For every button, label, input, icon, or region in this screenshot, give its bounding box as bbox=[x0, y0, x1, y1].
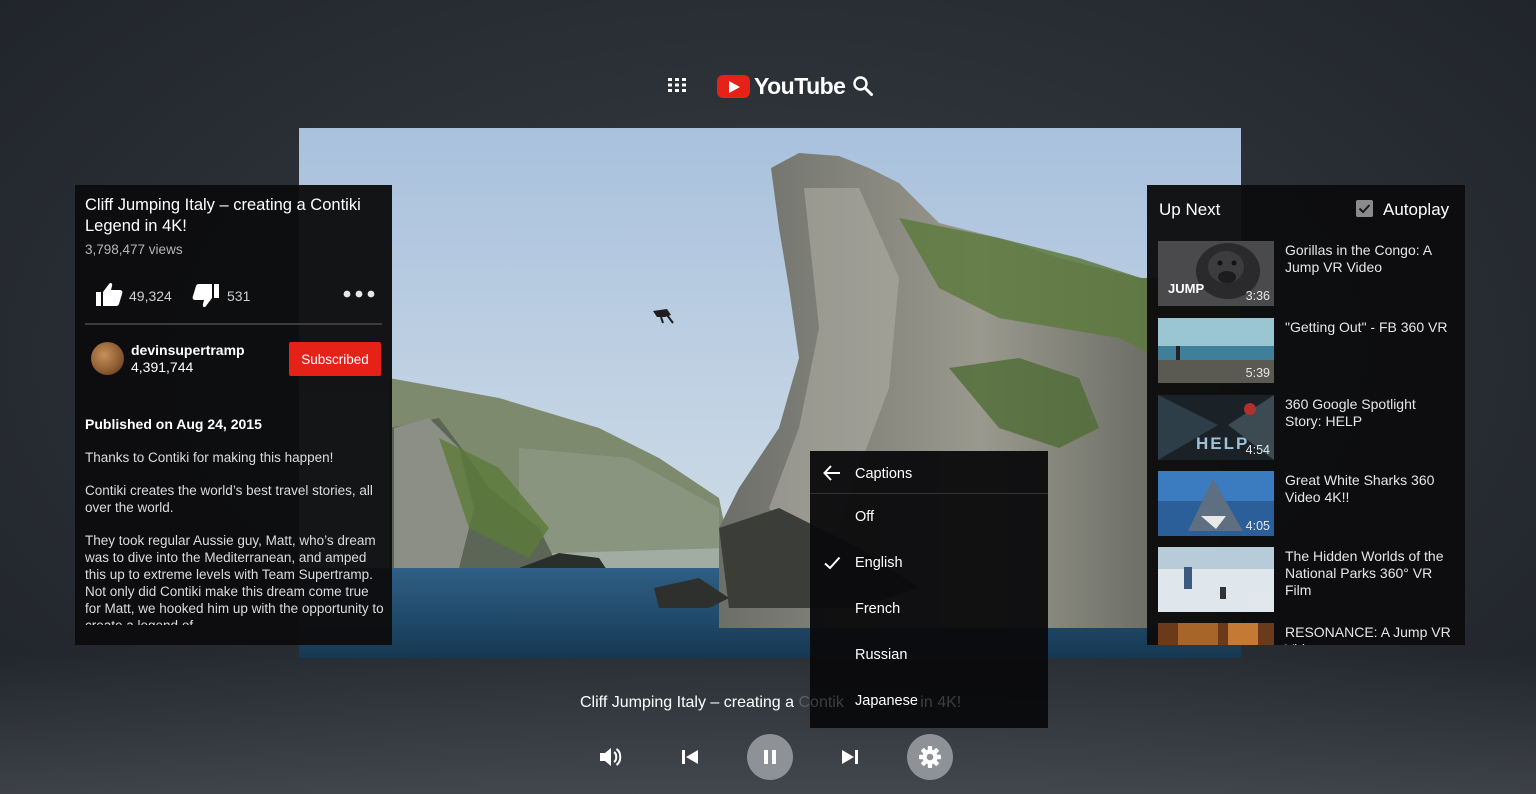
up-next-item[interactable]: 4:54 The Hidden Worlds of the National P… bbox=[1158, 547, 1458, 613]
youtube-logo[interactable]: YouTube bbox=[717, 72, 846, 100]
back-arrow-icon[interactable] bbox=[823, 464, 841, 482]
title-visible-part: Cliff Jumping Italy – creating a bbox=[580, 694, 799, 711]
caption-option-label: Russian bbox=[855, 647, 908, 663]
caption-option-label: English bbox=[855, 555, 903, 571]
next-button[interactable] bbox=[827, 734, 873, 780]
next-icon bbox=[842, 750, 858, 764]
subscribe-button[interactable]: Subscribed bbox=[289, 342, 381, 376]
captions-menu: Captions Off English French Russian Japa… bbox=[810, 451, 1048, 728]
video-thumbnail: 4:54 bbox=[1158, 547, 1274, 612]
caption-option-english[interactable]: English bbox=[810, 543, 1048, 583]
view-count: 3,798,477 views bbox=[85, 242, 183, 257]
previous-icon bbox=[682, 750, 698, 764]
description-paragraph: Thanks to Contiki for making this happen… bbox=[85, 450, 334, 465]
up-next-item[interactable]: JUMP 3:36 Gorillas in the Congo: A Jump … bbox=[1158, 241, 1458, 307]
video-info-panel: Cliff Jumping Italy – creating a Contiki… bbox=[75, 185, 392, 645]
video-thumbnail bbox=[1158, 623, 1274, 645]
publish-date: Published on Aug 24, 2015 bbox=[85, 416, 262, 432]
video-duration: 4:05 bbox=[1245, 519, 1270, 533]
up-next-item-title: "Getting Out" - FB 360 VR bbox=[1285, 319, 1448, 335]
divider bbox=[85, 323, 382, 325]
title-faded-part: Contik bbox=[798, 694, 844, 711]
description-paragraph: Contiki creates the world’s best travel … bbox=[85, 483, 373, 515]
youtube-play-icon bbox=[717, 74, 750, 98]
pause-icon bbox=[764, 750, 776, 764]
volume-icon bbox=[600, 748, 622, 766]
up-next-panel: Up Next Autoplay JUMP 3:36 Gorillas in t… bbox=[1147, 185, 1465, 645]
channel-name[interactable]: devinsupertramp bbox=[131, 342, 245, 358]
caption-option-label: Off bbox=[855, 509, 875, 525]
caption-option-french[interactable]: French bbox=[810, 589, 1048, 629]
caption-option-label: French bbox=[855, 601, 901, 617]
settings-button[interactable] bbox=[907, 734, 953, 780]
up-next-title: Up Next bbox=[1159, 200, 1221, 219]
top-bar: YouTube bbox=[660, 70, 890, 102]
settings-icon bbox=[919, 746, 941, 768]
thumbnail-label: HELP bbox=[1196, 434, 1250, 453]
player-video-title: Cliff Jumping Italy – creating a Contik … bbox=[580, 694, 961, 712]
video-player[interactable] bbox=[299, 128, 1241, 658]
up-next-item[interactable]: HELP 4:54 360 Google Spotlight Story: HE… bbox=[1158, 395, 1458, 461]
like-count: 49,324 bbox=[129, 288, 172, 304]
apps-grid-icon[interactable] bbox=[668, 78, 686, 92]
logo-text: YouTube bbox=[754, 72, 846, 99]
caption-option-off[interactable]: Off bbox=[810, 497, 1048, 537]
previous-button[interactable] bbox=[667, 734, 713, 780]
up-next-item[interactable]: 5:39 "Getting Out" - FB 360 VR bbox=[1158, 318, 1458, 384]
divider bbox=[810, 493, 1048, 494]
video-thumbnail: JUMP 3:36 bbox=[1158, 241, 1274, 306]
caption-option-russian[interactable]: Russian bbox=[810, 635, 1048, 675]
pause-button[interactable] bbox=[747, 734, 793, 780]
thumbnail-label: JUMP bbox=[1168, 281, 1205, 296]
autoplay-checkbox[interactable] bbox=[1356, 200, 1373, 217]
more-options-icon[interactable] bbox=[343, 289, 375, 299]
up-next-item-title: RESONANCE: A Jump VR Video bbox=[1285, 624, 1451, 645]
video-thumbnail: 5:39 bbox=[1158, 318, 1274, 383]
thumbs-down-icon[interactable] bbox=[192, 283, 220, 309]
autoplay-label[interactable]: Autoplay bbox=[1383, 200, 1449, 220]
video-duration: 4:54 bbox=[1245, 595, 1270, 609]
up-next-item-title: 360 Google Spotlight Story: HELP bbox=[1285, 396, 1416, 429]
check-icon bbox=[824, 556, 841, 570]
video-thumbnail: HELP 4:54 bbox=[1158, 395, 1274, 460]
channel-avatar[interactable] bbox=[91, 342, 124, 375]
title-faded-part: in 4K! bbox=[915, 694, 962, 711]
video-duration: 5:39 bbox=[1245, 366, 1270, 380]
video-duration: 3:36 bbox=[1245, 289, 1270, 303]
captions-menu-title: Captions bbox=[855, 466, 913, 482]
search-icon[interactable] bbox=[852, 75, 874, 97]
subscriber-count: 4,391,744 bbox=[131, 359, 194, 375]
video-title: Cliff Jumping Italy – creating a Contiki… bbox=[85, 196, 361, 235]
dislike-count: 531 bbox=[227, 288, 251, 304]
up-next-item-title: Great White Sharks 360 Video 4K!! bbox=[1285, 472, 1435, 505]
volume-button[interactable] bbox=[587, 734, 633, 780]
up-next-item-title: The Hidden Worlds of the National Parks … bbox=[1285, 548, 1444, 598]
description-paragraph: They took regular Aussie guy, Matt, who’… bbox=[85, 533, 384, 625]
up-next-item-title: Gorillas in the Congo: A Jump VR Video bbox=[1285, 242, 1432, 275]
thumbs-up-icon[interactable] bbox=[95, 281, 123, 307]
video-duration: 4:54 bbox=[1245, 443, 1270, 457]
video-description[interactable]: Thanks to Contiki for making this happen… bbox=[85, 449, 385, 625]
video-thumbnail: 4:05 bbox=[1158, 471, 1274, 536]
video-frame bbox=[299, 128, 1241, 658]
up-next-item[interactable]: 4:05 Great White Sharks 360 Video 4K!! bbox=[1158, 471, 1458, 537]
up-next-item[interactable]: RESONANCE: A Jump VR Video bbox=[1158, 623, 1458, 645]
